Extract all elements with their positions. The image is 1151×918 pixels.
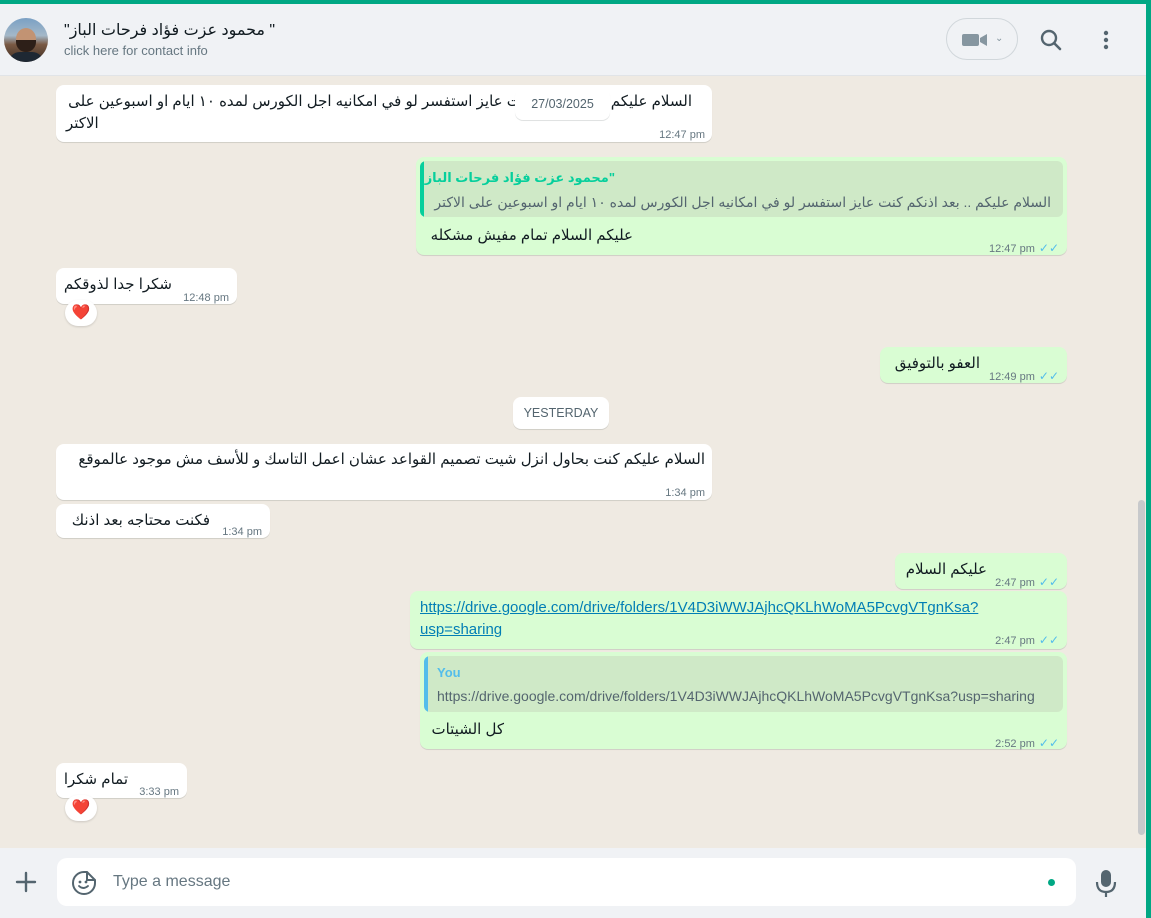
message-text: السلام عليكم كنت بحاول انزل شيت تصميم ال… — [78, 451, 705, 468]
status-dot — [1048, 879, 1055, 886]
video-call-icon — [962, 34, 987, 46]
message-incoming[interactable]: شكرا جدا لذوقكم 12:48 pm — [56, 268, 237, 304]
emoji-icon[interactable] — [71, 870, 97, 896]
message-incoming[interactable]: فكنت محتاجه بعد اذنك 1:34 pm — [56, 504, 270, 538]
message-text: العفو بالتوفيق — [894, 355, 980, 372]
message-time: 12:49 pm ✓✓ — [989, 369, 1059, 383]
message-text: كل الشيتات — [431, 721, 504, 738]
menu-icon[interactable] — [1092, 26, 1120, 54]
message-outgoing[interactable]: https://drive.google.com/drive/folders/1… — [410, 591, 1067, 649]
message-time: 12:47 pm — [659, 129, 705, 141]
plus-icon[interactable] — [12, 868, 40, 896]
message-time: 1:34 pm — [665, 487, 705, 499]
chat-header[interactable]: "محمود عزت فؤاد فرحات الباز " click here… — [0, 4, 1146, 76]
message-text: تمام شكرا — [63, 771, 128, 788]
double-check-icon: ✓✓ — [1038, 633, 1059, 647]
right-accent-bar — [1146, 0, 1151, 918]
chevron-down-icon: ⌄ — [995, 33, 1004, 44]
message-time: 12:48 pm — [183, 292, 229, 304]
conversation-panel[interactable]: السلام عليكم .. بعد اذنكم كنت عايز استفس… — [0, 77, 1146, 848]
quoted-text: https://drive.google.com/drive/folders/1… — [437, 688, 1035, 704]
heart-reaction-icon[interactable]: ❤️ — [65, 795, 97, 821]
message-time: 3:33 pm — [139, 786, 179, 798]
message-time: 2:47 pm ✓✓ — [995, 633, 1059, 647]
message-outgoing[interactable]: "محمود عزت فؤاد فرحات الباز السلام عليكم… — [416, 157, 1067, 255]
chat-scrollbar[interactable] — [1138, 500, 1145, 835]
quoted-message[interactable]: You https://drive.google.com/drive/folde… — [424, 656, 1063, 712]
contact-name[interactable]: "محمود عزت فؤاد فرحات الباز " — [64, 20, 275, 40]
contact-info-hint[interactable]: click here for contact info — [64, 43, 208, 58]
double-check-icon: ✓✓ — [1038, 369, 1059, 383]
double-check-icon: ✓✓ — [1038, 575, 1059, 589]
shared-link[interactable]: https://drive.google.com/drive/folders/1… — [420, 597, 978, 619]
avatar[interactable] — [4, 18, 48, 62]
search-icon[interactable] — [1037, 26, 1065, 54]
double-check-icon: ✓✓ — [1038, 241, 1059, 255]
message-time: 2:52 pm ✓✓ — [995, 736, 1059, 750]
message-text: الاكتر — [66, 115, 99, 132]
quoted-message[interactable]: "محمود عزت فؤاد فرحات الباز السلام عليكم… — [420, 161, 1063, 217]
double-check-icon: ✓✓ — [1038, 736, 1059, 750]
message-input[interactable] — [113, 870, 1013, 894]
message-incoming[interactable]: السلام عليكم .. بعد اذنكم كنت عايز استفس… — [56, 85, 712, 142]
quoted-author: You — [437, 665, 461, 680]
message-time: 12:47 pm ✓✓ — [989, 241, 1059, 255]
message-incoming[interactable]: السلام عليكم كنت بحاول انزل شيت تصميم ال… — [56, 444, 712, 500]
message-text: عليكم السلام تمام مفيش مشكله — [430, 227, 633, 244]
message-text: شكرا جدا لذوقكم — [63, 276, 172, 293]
quoted-author: "محمود عزت فؤاد فرحات الباز — [424, 170, 615, 185]
video-call-button[interactable]: ⌄ — [946, 18, 1018, 60]
message-outgoing[interactable]: You https://drive.google.com/drive/folde… — [420, 652, 1067, 750]
date-divider: YESTERDAY — [513, 397, 609, 429]
message-text: عليكم السلام — [905, 561, 987, 578]
message-input-box[interactable] — [57, 858, 1076, 906]
message-outgoing[interactable]: عليكم السلام 2:47 pm ✓✓ — [895, 553, 1067, 589]
message-outgoing[interactable]: العفو بالتوفيق 12:49 pm ✓✓ — [880, 347, 1067, 383]
message-time: 1:34 pm — [222, 526, 262, 538]
shared-link[interactable]: usp=sharing — [420, 619, 502, 641]
heart-reaction-icon[interactable]: ❤️ — [65, 300, 97, 326]
mic-icon[interactable] — [1094, 868, 1118, 898]
message-incoming[interactable]: تمام شكرا 3:33 pm — [56, 763, 187, 798]
floating-date-badge: 27/03/2025 — [515, 88, 610, 120]
quoted-text: السلام عليكم .. بعد اذنكم كنت عايز استفس… — [434, 194, 1051, 210]
compose-bar — [0, 848, 1146, 918]
message-text: فكنت محتاجه بعد اذنك — [71, 512, 210, 529]
